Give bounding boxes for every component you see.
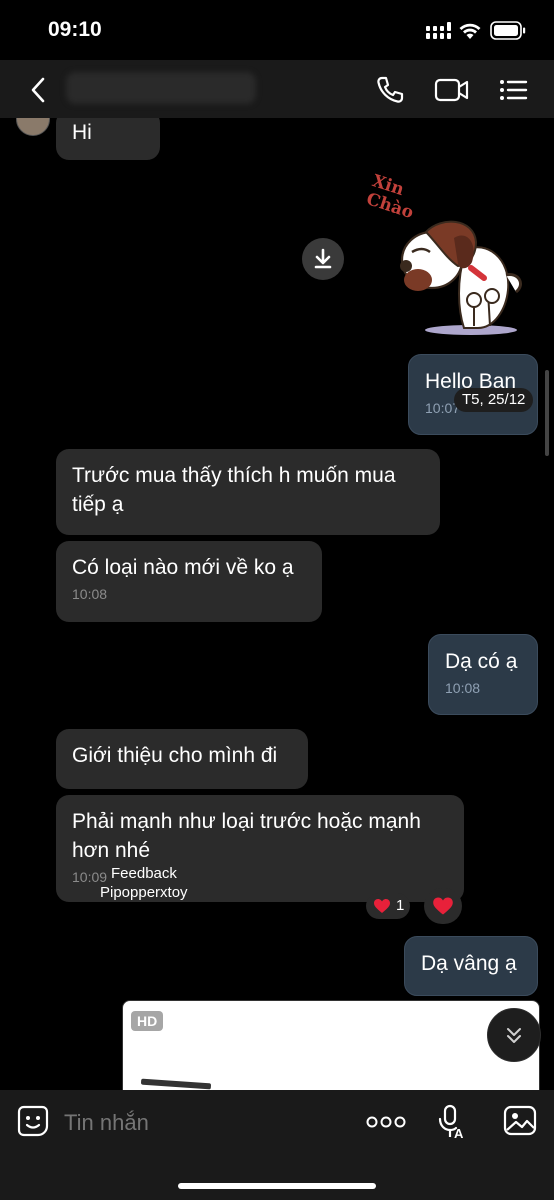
- message-bubble-received[interactable]: Trước mua thấy thích h muốn mua tiếp ạ: [56, 449, 440, 535]
- status-bar: 09:10: [0, 0, 554, 60]
- message-text: Phải mạnh như loại trước hoặc mạnh hơn n…: [72, 810, 421, 862]
- message-bubble-received[interactable]: Có loại nào mới về ko ạ 10:08: [56, 541, 322, 622]
- video-call-icon[interactable]: [434, 74, 470, 106]
- dog-illustration-icon: [400, 206, 522, 335]
- heart-icon: [433, 897, 453, 915]
- contact-avatar[interactable]: [16, 118, 50, 136]
- message-text: Có loại nào mới về ko ạ: [72, 556, 294, 579]
- hd-badge: HD: [131, 1011, 164, 1031]
- message-text: Hi: [72, 121, 92, 144]
- phone-icon[interactable]: [374, 74, 406, 106]
- message-input[interactable]: [62, 1104, 346, 1142]
- scrollbar[interactable]: [545, 370, 549, 456]
- message-bubble-received[interactable]: Giới thiệu cho mình đi: [56, 729, 308, 789]
- back-arrow-icon[interactable]: [28, 76, 48, 104]
- message-bubble-sent[interactable]: Dạ vâng ạ: [404, 936, 538, 996]
- download-button[interactable]: [302, 238, 344, 280]
- double-chevron-down-icon: [507, 1028, 521, 1043]
- status-time: 09:10: [48, 18, 102, 41]
- sticker-dog[interactable]: Xin Chào: [364, 171, 536, 340]
- cellular-signal-icon: [426, 22, 451, 39]
- voice-to-text-icon[interactable]: A: [436, 1104, 466, 1140]
- message-text: Dạ vâng ạ: [421, 952, 517, 975]
- reaction-count: 1: [396, 897, 405, 914]
- message-time: 10:08: [445, 680, 481, 696]
- date-badge: T5, 25/12: [454, 388, 534, 412]
- message-list[interactable]: Hi Xin Chào Hello Ban 10:07 T5, 25/12 Tr…: [0, 118, 554, 1090]
- message-bubble-sent[interactable]: Dạ có ạ 10:08: [428, 634, 538, 715]
- chat-header: [0, 60, 554, 118]
- message-text: Dạ có ạ: [445, 650, 518, 673]
- image-content: [140, 1078, 212, 1090]
- message-text: Trước mua thấy thích h muốn mua tiếp ạ: [72, 464, 396, 516]
- image-gallery-icon[interactable]: [503, 1104, 537, 1138]
- overlay-text-feedback: Feedback: [111, 865, 177, 882]
- message-bubble-received[interactable]: Hi: [56, 118, 160, 160]
- image-message[interactable]: HD: [122, 1000, 540, 1090]
- more-options-icon[interactable]: [366, 1110, 406, 1134]
- download-icon: [314, 248, 332, 269]
- wifi-icon: [459, 23, 481, 39]
- heart-icon: [374, 899, 390, 913]
- home-indicator[interactable]: [178, 1183, 376, 1189]
- overlay-text-shop: Pipopperxtoy: [100, 884, 188, 901]
- sticker-icon[interactable]: [16, 1104, 50, 1138]
- scroll-to-bottom-button[interactable]: [487, 1008, 541, 1062]
- message-time: 10:08: [72, 586, 108, 602]
- contact-name[interactable]: [66, 72, 256, 104]
- menu-list-icon[interactable]: [498, 74, 528, 106]
- react-button[interactable]: [424, 888, 462, 924]
- svg-text:A: A: [454, 1126, 464, 1140]
- message-text: Giới thiệu cho mình đi: [72, 744, 278, 767]
- battery-icon: [490, 21, 526, 40]
- reaction-summary[interactable]: 1: [366, 893, 410, 919]
